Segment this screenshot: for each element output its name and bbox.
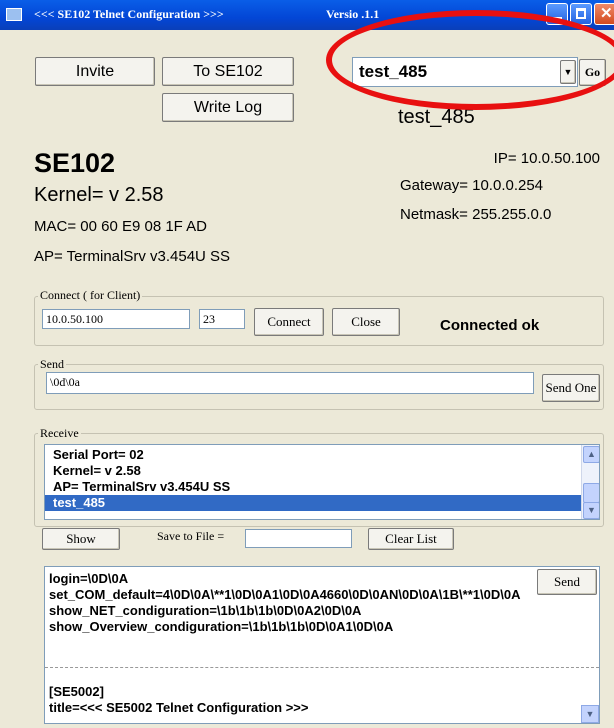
- annotation-oval: [326, 10, 614, 110]
- ap-version: AP= TerminalSrv v3.454U SS: [34, 248, 231, 265]
- scroll-thumb[interactable]: [583, 483, 599, 503]
- list-item[interactable]: Kernel= v 2.58: [45, 463, 599, 479]
- script-line: [45, 651, 599, 668]
- netmask-value: Netmask= 255.255.0.0: [400, 206, 552, 223]
- save-file-input[interactable]: [245, 529, 352, 548]
- script-line: login=\0D\0A: [49, 571, 129, 586]
- device-name: SE102: [34, 148, 116, 178]
- list-item[interactable]: AP= TerminalSrv v3.454U SS: [45, 479, 599, 495]
- script-line: [45, 635, 599, 651]
- receive-list[interactable]: Serial Port= 02 Kernel= v 2.58 AP= Termi…: [44, 444, 600, 520]
- script-line: show_NET_condiguration=\1b\1b\1b\0D\0A2\…: [49, 603, 362, 618]
- connect-ip-input[interactable]: 10.0.50.100: [42, 309, 190, 329]
- connect-port-input[interactable]: 23: [199, 309, 245, 329]
- invite-button[interactable]: Invite: [35, 57, 155, 86]
- window-title: <<< SE102 Telnet Configuration >>>: [34, 7, 224, 21]
- gateway-address: Gateway= 10.0.0.254: [400, 177, 544, 194]
- close-window-icon[interactable]: ✕: [594, 3, 614, 25]
- show-button[interactable]: Show: [42, 528, 120, 550]
- kernel-version: Kernel= v 2.58: [34, 184, 164, 206]
- script-line: [45, 668, 599, 684]
- ip-address: IP= 10.0.50.100: [493, 150, 600, 167]
- send-legend: Send: [38, 357, 66, 372]
- connect-button[interactable]: Connect: [254, 308, 324, 336]
- app-icon: [6, 8, 22, 21]
- list-item-selected[interactable]: test_485: [45, 495, 599, 511]
- script-editor[interactable]: login=\0D\0A set_COM_default=4\0D\0A\**1…: [44, 566, 600, 724]
- list-item[interactable]: Serial Port= 02: [45, 447, 599, 463]
- window-version: Versio .1.1: [326, 7, 380, 21]
- script-line: title=<<< SE5002 Telnet Configuration >>…: [49, 700, 309, 715]
- connect-legend: Connect ( for Client): [38, 288, 143, 303]
- connection-status: Connected ok: [440, 317, 540, 334]
- clear-list-button[interactable]: Clear List: [368, 528, 454, 550]
- scroll-down-icon[interactable]: ▼: [581, 705, 599, 723]
- save-to-file-label: Save to File =: [157, 529, 225, 543]
- to-se102-button[interactable]: To SE102: [162, 57, 294, 86]
- close-button[interactable]: Close: [332, 308, 400, 336]
- script-line: [SE5002]: [49, 684, 104, 699]
- scroll-down-icon[interactable]: ▼: [583, 502, 599, 519]
- scroll-up-icon[interactable]: ▲: [583, 446, 599, 463]
- receive-scrollbar[interactable]: ▲ ▼: [581, 445, 599, 519]
- receive-legend: Receive: [38, 426, 81, 441]
- mac-address: MAC= 00 60 E9 08 1F AD: [34, 218, 208, 235]
- script-line: set_COM_default=4\0D\0A\**1\0D\0A1\0D\0A…: [49, 587, 521, 602]
- send-input[interactable]: \0d\0a: [46, 372, 534, 394]
- send-one-button[interactable]: Send One: [542, 374, 600, 402]
- write-log-button[interactable]: Write Log: [162, 93, 294, 122]
- send-button[interactable]: Send: [537, 569, 597, 595]
- script-line: show_Overview_condiguration=\1b\1b\1b\0D…: [49, 619, 394, 634]
